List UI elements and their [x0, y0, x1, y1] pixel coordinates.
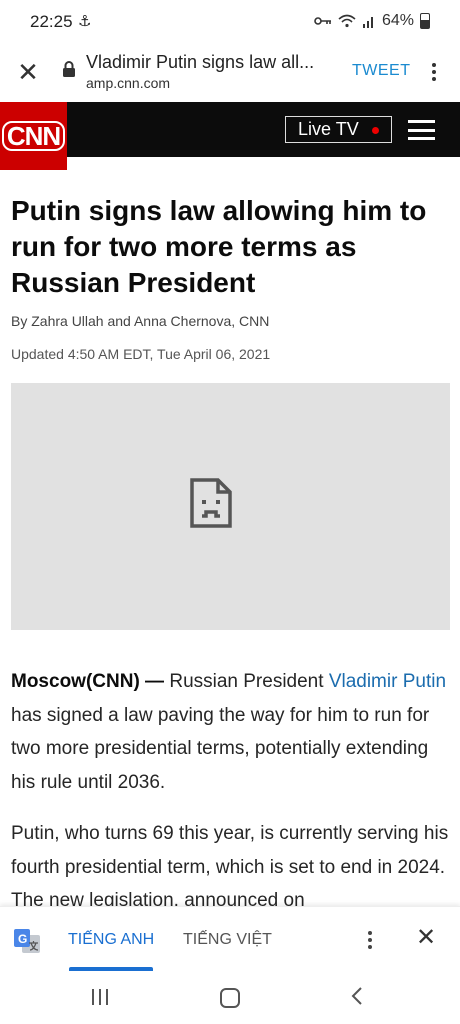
article-updated: Updated 4:50 AM EDT, Tue April 06, 2021 [11, 346, 271, 362]
translate-close-icon[interactable]: ✕ [416, 925, 436, 951]
vladimir-putin-link[interactable]: Vladimir Putin [329, 671, 446, 692]
live-tv-button[interactable]: Live TV [285, 116, 392, 143]
recents-icon[interactable] [92, 989, 108, 1005]
back-icon[interactable] [350, 986, 364, 1006]
live-indicator-dot [372, 127, 379, 134]
signal-icon [362, 17, 373, 28]
status-time: 22:25 [30, 12, 73, 31]
notification-icon: ⚓︎ [78, 13, 92, 30]
page-title[interactable]: Vladimir Putin signs law all... [86, 52, 341, 73]
status-indicators: 64% [314, 12, 430, 30]
active-tab-indicator [69, 967, 153, 971]
wifi-icon [338, 14, 356, 28]
battery-icon [420, 13, 430, 29]
site-header: CNN Live TV [0, 102, 460, 170]
broken-image-icon [190, 478, 232, 528]
translate-bar: G TIẾNG ANH TIẾNG VIỆT ✕ [0, 906, 460, 973]
translate-options-icon[interactable] [362, 927, 378, 953]
menu-icon[interactable] [408, 120, 435, 140]
key-icon [314, 17, 331, 25]
article-byline: By Zahra Ullah and Anna Chernova, CNN [11, 313, 270, 329]
dateline: Moscow(CNN) — [11, 671, 165, 692]
paragraph-text: has signed a law paving the way for him … [11, 704, 430, 793]
tweet-button[interactable]: TWEET [352, 62, 411, 80]
cnn-logo[interactable]: CNN [0, 102, 67, 170]
article-body: Moscow(CNN) — Russian President Vladimir… [11, 665, 451, 936]
tab-vietnamese[interactable]: TIẾNG VIỆT [183, 931, 272, 949]
tab-english[interactable]: TIẾNG ANH [68, 931, 154, 949]
home-icon[interactable] [220, 988, 240, 1008]
more-options-icon[interactable] [424, 56, 444, 88]
article-paragraph: Moscow(CNN) — Russian President Vladimir… [11, 665, 451, 799]
page-url[interactable]: amp.cnn.com [86, 75, 170, 91]
article-headline: Putin signs law allowing him to run for … [11, 195, 427, 298]
system-navigation-bar [0, 972, 460, 1024]
article-paragraph: Putin, who turns 69 this year, is curren… [11, 823, 449, 911]
svg-text:G: G [18, 932, 27, 946]
lock-icon [63, 61, 75, 77]
paragraph-text: Russian President [164, 671, 329, 692]
live-tv-label: Live TV [298, 119, 359, 139]
status-bar: 22:25 ⚓︎ 64% [0, 0, 460, 44]
close-icon[interactable]: ✕ [12, 56, 44, 88]
browser-toolbar: ✕ Vladimir Putin signs law all... amp.cn… [0, 44, 460, 102]
google-translate-icon[interactable]: G [14, 929, 40, 953]
battery-percent: 64% [381, 12, 414, 29]
